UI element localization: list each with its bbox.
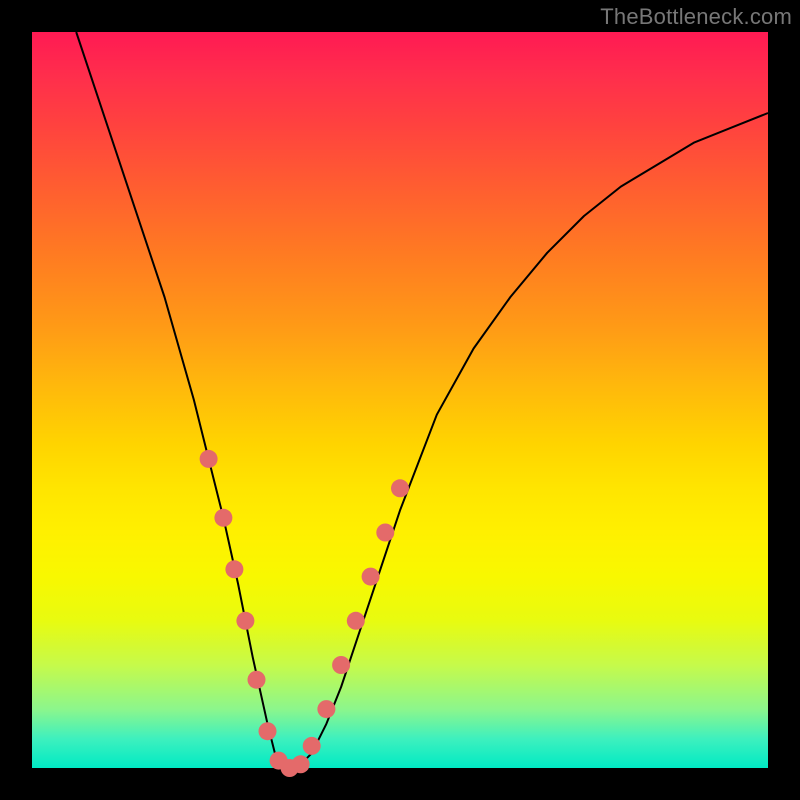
chart-marker: [214, 509, 232, 527]
chart-marker: [248, 671, 266, 689]
chart-marker: [200, 450, 218, 468]
chart-marker: [259, 722, 277, 740]
chart-marker: [362, 568, 380, 586]
chart-marker: [332, 656, 350, 674]
chart-marker: [376, 524, 394, 542]
chart-svg: [32, 32, 768, 768]
chart-marker: [225, 560, 243, 578]
watermark-label: TheBottleneck.com: [600, 4, 792, 30]
chart-marker: [317, 700, 335, 718]
chart-marker: [391, 479, 409, 497]
chart-marker: [303, 737, 321, 755]
chart-curve: [76, 32, 768, 768]
chart-marker: [292, 755, 310, 773]
chart-marker: [236, 612, 254, 630]
chart-marker: [347, 612, 365, 630]
chart-frame: TheBottleneck.com: [0, 0, 800, 800]
plot-area: [32, 32, 768, 768]
chart-markers: [200, 450, 409, 777]
